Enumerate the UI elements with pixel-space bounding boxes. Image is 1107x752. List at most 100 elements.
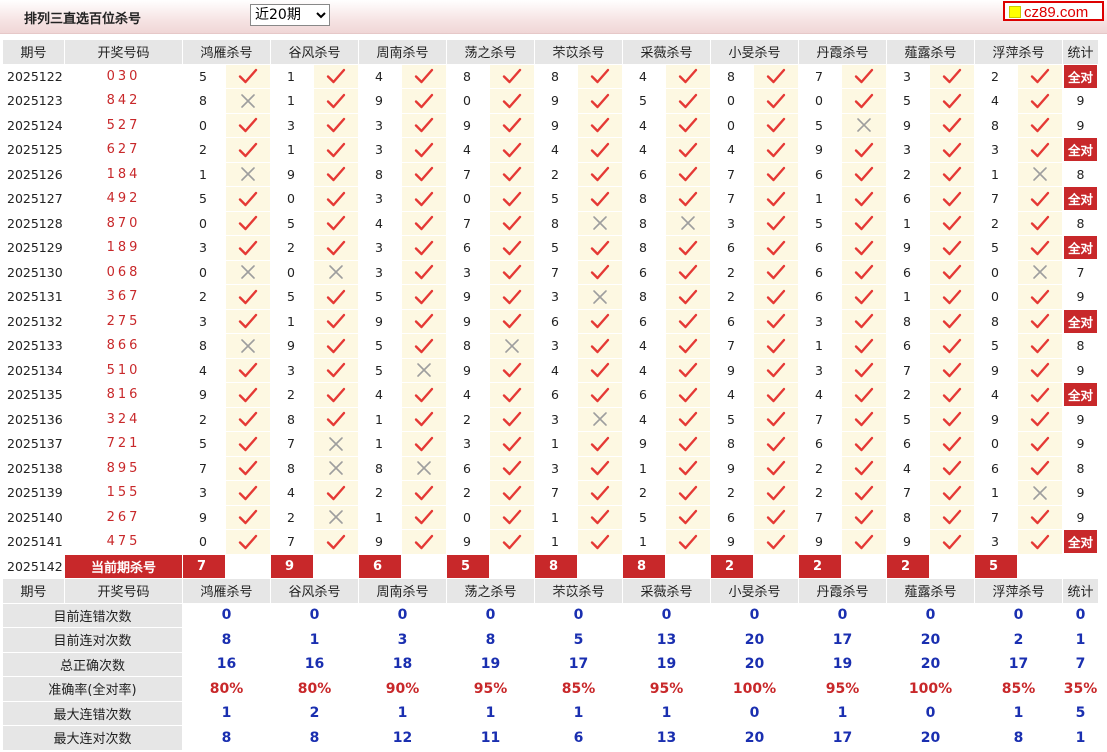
all-correct-badge: 全对 bbox=[1063, 236, 1097, 260]
column-header: 芣苡杀号 bbox=[534, 39, 623, 65]
check-icon bbox=[502, 363, 522, 378]
current-period-row: 2025142 当前期杀号 7 9 6 5 8 8 2 2 2 5 bbox=[2, 553, 1099, 579]
check-icon bbox=[854, 338, 874, 353]
check-icon bbox=[1030, 534, 1050, 549]
check-icon bbox=[590, 314, 610, 329]
kill-number-cell: 5 bbox=[798, 112, 842, 138]
kill-number-cell: 7 bbox=[886, 357, 930, 383]
table-row: 2025130 068 0 0 3 3 7 6 2 6 6 0 7 bbox=[2, 259, 1099, 285]
kill-number-cell: 4 bbox=[622, 406, 666, 432]
table-row: 2025133 866 8 9 5 8 3 4 7 1 6 5 8 bbox=[2, 333, 1099, 359]
result-mark-cell bbox=[225, 186, 271, 212]
check-icon bbox=[414, 387, 434, 402]
empty-cell bbox=[225, 553, 271, 579]
check-icon bbox=[854, 142, 874, 157]
result-mark-cell bbox=[929, 161, 975, 187]
cross-icon bbox=[417, 363, 431, 378]
result-mark-cell bbox=[665, 308, 711, 334]
kill-number-cell: 7 bbox=[798, 63, 842, 89]
result-mark-cell bbox=[929, 88, 975, 114]
current-kill-number: 5 bbox=[974, 553, 1018, 579]
result-mark-cell bbox=[1017, 259, 1063, 285]
check-icon bbox=[766, 265, 786, 280]
kill-number-cell: 9 bbox=[710, 529, 754, 555]
result-mark-cell bbox=[577, 406, 623, 432]
period-cell: 2025125 bbox=[2, 137, 65, 163]
check-icon bbox=[678, 338, 698, 353]
check-icon bbox=[238, 69, 258, 84]
kill-number-cell: 1 bbox=[534, 504, 578, 530]
kill-number-cell: 7 bbox=[534, 480, 578, 506]
result-mark-cell bbox=[401, 63, 447, 89]
draw-number-cell: 721 bbox=[64, 431, 183, 457]
kill-number-cell: 4 bbox=[446, 137, 490, 163]
stat-cell: 9 bbox=[1062, 88, 1099, 114]
kill-number-cell: 2 bbox=[182, 137, 226, 163]
kill-number-cell: 3 bbox=[886, 137, 930, 163]
summary-value: 85% bbox=[974, 676, 1063, 702]
result-mark-cell bbox=[753, 235, 799, 261]
result-mark-cell bbox=[489, 210, 535, 236]
result-mark-cell bbox=[665, 284, 711, 310]
check-icon bbox=[854, 265, 874, 280]
result-mark-cell bbox=[929, 406, 975, 432]
check-icon bbox=[942, 412, 962, 427]
kill-number-cell: 3 bbox=[270, 357, 314, 383]
table-row: 2025126 184 1 9 8 7 2 6 7 6 2 1 8 bbox=[2, 161, 1099, 187]
period-cell: 2025127 bbox=[2, 186, 65, 212]
check-icon bbox=[502, 216, 522, 231]
kill-number-cell: 0 bbox=[182, 112, 226, 138]
cross-icon bbox=[241, 93, 255, 108]
kill-number-cell: 8 bbox=[270, 455, 314, 481]
kill-number-cell: 9 bbox=[710, 455, 754, 481]
result-mark-cell bbox=[489, 529, 535, 555]
summary-value: 1 bbox=[798, 700, 887, 726]
empty-cell bbox=[841, 553, 887, 579]
kill-number-cell: 2 bbox=[270, 235, 314, 261]
result-mark-cell bbox=[489, 308, 535, 334]
result-mark-cell bbox=[489, 357, 535, 383]
check-icon bbox=[766, 93, 786, 108]
result-mark-cell bbox=[313, 137, 359, 163]
result-mark-cell bbox=[401, 210, 447, 236]
kill-number-cell: 2 bbox=[182, 406, 226, 432]
summary-value: 6 bbox=[534, 725, 623, 751]
result-mark-cell bbox=[577, 63, 623, 89]
result-mark-cell bbox=[577, 112, 623, 138]
check-icon bbox=[854, 387, 874, 402]
stat-cell: 8 bbox=[1062, 161, 1099, 187]
column-header: 期号 bbox=[2, 578, 65, 604]
check-icon bbox=[414, 142, 434, 157]
summary-value: 20 bbox=[710, 651, 799, 677]
kill-number-cell: 0 bbox=[446, 504, 490, 530]
result-mark-cell bbox=[401, 406, 447, 432]
kill-number-cell: 4 bbox=[534, 137, 578, 163]
site-logo[interactable]: cz89.com bbox=[1003, 1, 1104, 21]
kill-number-cell: 1 bbox=[270, 88, 314, 114]
check-icon bbox=[502, 142, 522, 157]
result-mark-cell bbox=[753, 333, 799, 359]
result-mark-cell bbox=[1017, 112, 1063, 138]
check-icon bbox=[502, 485, 522, 500]
check-icon bbox=[414, 289, 434, 304]
result-mark-cell bbox=[753, 186, 799, 212]
result-mark-cell bbox=[313, 186, 359, 212]
kill-number-cell: 4 bbox=[534, 357, 578, 383]
result-mark-cell bbox=[753, 137, 799, 163]
kill-number-cell: 2 bbox=[358, 480, 402, 506]
summary-value: 19 bbox=[446, 651, 535, 677]
kill-number-cell: 2 bbox=[270, 382, 314, 408]
result-mark-cell bbox=[1017, 284, 1063, 310]
result-mark-cell bbox=[489, 161, 535, 187]
check-icon bbox=[678, 387, 698, 402]
result-mark-cell bbox=[665, 504, 711, 530]
check-icon bbox=[942, 485, 962, 500]
range-select[interactable]: 近20期 bbox=[250, 4, 330, 26]
check-icon bbox=[678, 93, 698, 108]
kill-number-cell: 0 bbox=[446, 186, 490, 212]
result-mark-cell bbox=[401, 137, 447, 163]
check-icon bbox=[590, 93, 610, 108]
table-row: 2025125 627 2 1 3 4 4 4 4 9 3 3 全对 bbox=[2, 137, 1099, 163]
table-row: 2025122 030 5 1 4 8 8 4 8 7 3 2 全对 bbox=[2, 63, 1099, 89]
summary-value: 0 bbox=[534, 602, 623, 628]
